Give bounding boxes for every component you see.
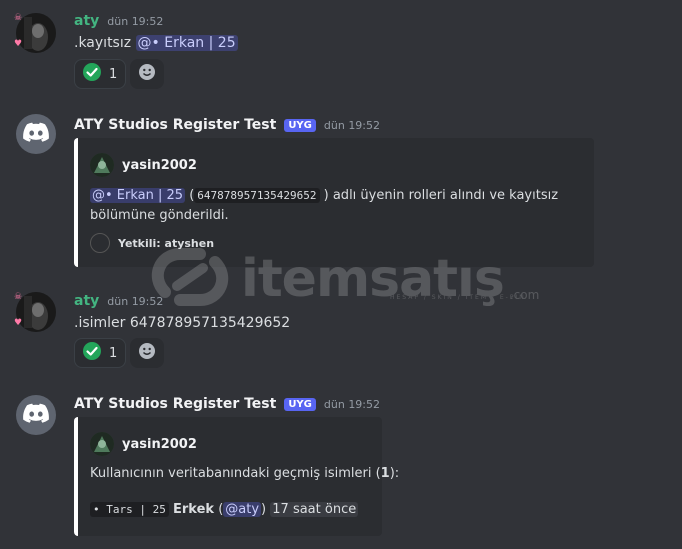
command-text: .kayıtsız: [74, 35, 132, 51]
username[interactable]: aty: [74, 293, 99, 309]
username[interactable]: aty: [74, 13, 99, 29]
user-mention[interactable]: @• Erkan | 25: [135, 35, 238, 51]
history-entry: • Tars | 25 Erkek (@aty) 17 saat önce: [90, 500, 359, 520]
app-tag: UYG: [284, 398, 316, 411]
add-reaction-button[interactable]: [130, 338, 165, 368]
message-1: ☠ ♥ aty dün 19:52 .kayıtsız @• Erkan | 2…: [0, 0, 682, 100]
reactions-bar: 1: [74, 59, 165, 89]
embed-author-avatar: [90, 432, 114, 456]
embed-author: yasin2002: [90, 432, 197, 456]
bot-avatar[interactable]: [16, 114, 56, 154]
entry-gender: Erkek: [173, 502, 215, 517]
heart-deco-icon: ♥: [14, 318, 23, 328]
check-icon: [83, 63, 101, 85]
discord-logo-icon: [23, 122, 49, 146]
bot-username[interactable]: ATY Studios Register Test: [74, 396, 276, 412]
embed-author-avatar: [90, 153, 114, 177]
entry-user-mention[interactable]: @aty: [223, 502, 262, 517]
message-content: .kayıtsız @• Erkan | 25: [74, 35, 238, 51]
message-content: .isimler 647878957135429652: [74, 315, 291, 331]
embed-description: Kullanıcının veritabanındaki geçmiş isim…: [90, 464, 399, 484]
description-text: Kullanıcının veritabanındaki geçmiş isim…: [90, 466, 381, 481]
timestamp: dün 19:52: [107, 295, 164, 308]
history-count: 1: [380, 466, 390, 481]
timestamp: dün 19:52: [323, 398, 381, 411]
reaction-check[interactable]: 1: [74, 59, 127, 89]
timestamp: dün 19:52: [323, 119, 381, 132]
message-4: ATY Studios Register Test UYG dün 19:52 …: [0, 380, 682, 549]
skull-deco-icon: ☠: [14, 13, 23, 23]
message-3: ☠ ♥ aty dün 19:52 .isimler 6478789571354…: [0, 280, 682, 380]
reactions-bar: 1: [74, 338, 165, 368]
footer-avatar: [90, 233, 110, 253]
bot-username[interactable]: ATY Studios Register Test: [74, 117, 276, 133]
message-header: ATY Studios Register Test UYG dün 19:52: [74, 117, 380, 133]
message-header: ATY Studios Register Test UYG dün 19:52: [74, 396, 380, 412]
message-2: ATY Studios Register Test UYG dün 19:52 …: [0, 100, 682, 270]
entry-relative-time: 17 saat önce: [270, 502, 359, 517]
description-line-2: bölümüne gönderildi.: [90, 208, 229, 223]
embed-footer: Yetkili: atyshen: [90, 233, 214, 253]
add-reaction-button[interactable]: [130, 59, 165, 89]
add-reaction-icon: [138, 63, 156, 85]
check-icon: [83, 342, 101, 364]
discord-logo-icon: [23, 403, 49, 427]
app-tag: UYG: [284, 119, 316, 132]
embed-author-name[interactable]: yasin2002: [122, 437, 197, 452]
user-id-code: 647878957135429652: [194, 188, 320, 203]
description-text: ) adlı üyenin rolleri alındı ve kayıtsız: [323, 188, 559, 203]
entry-name-code: • Tars | 25: [90, 502, 169, 517]
add-reaction-icon: [138, 342, 156, 364]
embed-description: @• Erkan | 25 (647878957135429652 ) adlı…: [90, 186, 590, 226]
embed: yasin2002 Kullanıcının veritabanındaki g…: [74, 417, 399, 536]
user-mention[interactable]: @• Erkan | 25: [90, 188, 186, 203]
reaction-count: 1: [109, 66, 118, 82]
footer-text: Yetkili: atyshen: [118, 236, 215, 250]
bot-avatar[interactable]: [16, 395, 56, 435]
heart-deco-icon: ♥: [14, 39, 23, 49]
skull-deco-icon: ☠: [14, 292, 23, 302]
reaction-count: 1: [109, 345, 118, 361]
message-header: aty dün 19:52: [74, 293, 163, 309]
embed-author-name[interactable]: yasin2002: [122, 158, 197, 173]
embed-author: yasin2002: [90, 153, 197, 177]
timestamp: dün 19:52: [107, 15, 164, 28]
message-header: aty dün 19:52: [74, 13, 163, 29]
description-suffix: ):: [389, 466, 400, 481]
entry-paren-close: ): [261, 502, 267, 517]
reaction-check[interactable]: 1: [74, 338, 127, 368]
embed: yasin2002 @• Erkan | 25 (647878957135429…: [74, 138, 594, 267]
